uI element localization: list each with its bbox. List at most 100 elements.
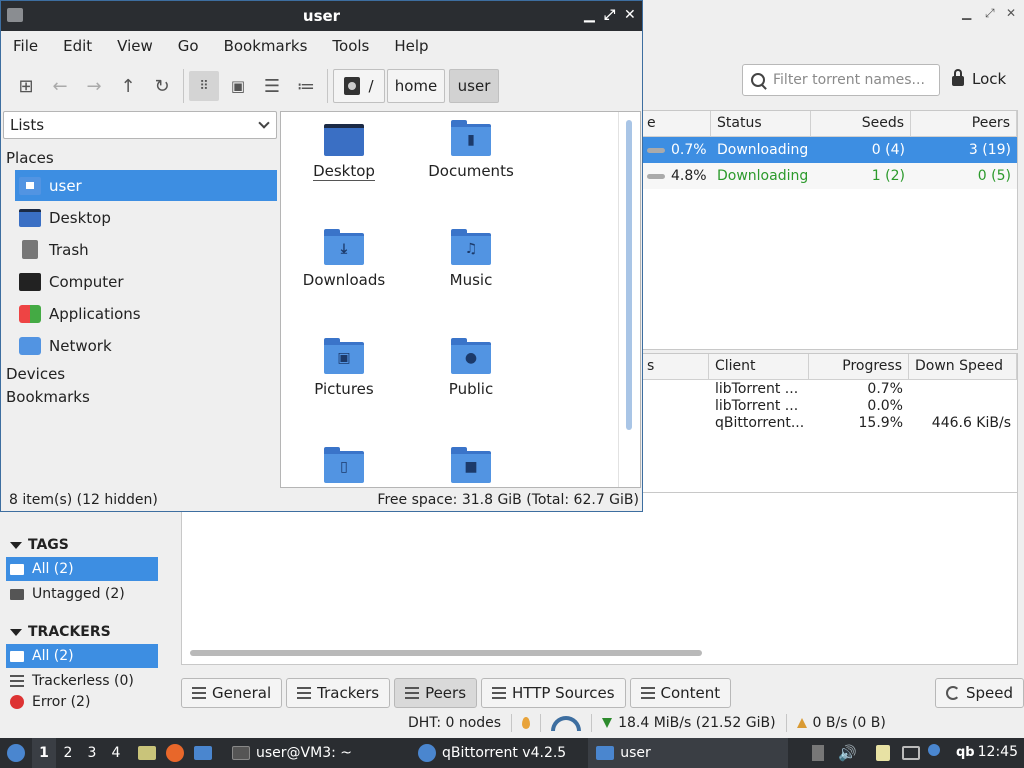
- tag-filter-item[interactable]: All (2): [6, 557, 158, 581]
- file-item-templates[interactable]: ▯: [289, 447, 399, 487]
- workspace-3[interactable]: 3: [80, 745, 104, 761]
- new-tab-icon[interactable]: ⊞: [11, 71, 41, 101]
- detailed-list-view-icon[interactable]: ≔: [291, 71, 321, 101]
- menu-edit[interactable]: Edit: [63, 37, 92, 55]
- horizontal-scrollbar[interactable]: [190, 650, 702, 656]
- torrent-filter-input[interactable]: Filter torrent names...: [742, 64, 940, 96]
- place-trash[interactable]: Trash: [15, 234, 277, 265]
- back-icon[interactable]: ←: [45, 71, 75, 101]
- tags-header[interactable]: TAGS: [10, 537, 69, 553]
- qbittorrent-tray-icon[interactable]: qb: [956, 745, 975, 760]
- trackers-header[interactable]: TRACKERS: [10, 624, 111, 640]
- minimize-icon[interactable]: ▁: [962, 6, 971, 20]
- file-manager-window: user ▁ ⤢ ✕ File Edit View Go Bookmarks T…: [0, 0, 643, 512]
- upload-speed[interactable]: 0 B/s (0 B): [813, 715, 886, 731]
- tab-peers[interactable]: Peers: [394, 678, 478, 708]
- menu-tools[interactable]: Tools: [332, 37, 369, 55]
- place-user[interactable]: user: [15, 170, 277, 201]
- clipboard-icon[interactable]: [812, 745, 824, 761]
- desktop-launcher-icon[interactable]: [194, 746, 212, 760]
- place-computer[interactable]: Computer: [15, 266, 277, 297]
- peer-row[interactable]: libTorrent ... 0.0%: [641, 397, 1017, 414]
- close-icon[interactable]: ✕: [1006, 6, 1016, 20]
- thumbnail-view-icon[interactable]: ▣: [223, 71, 253, 101]
- column-header[interactable]: Peers: [911, 111, 1017, 136]
- connection-status-icon[interactable]: [522, 717, 531, 729]
- lock-button[interactable]: Lock: [952, 69, 1006, 88]
- notes-icon[interactable]: [876, 745, 890, 761]
- column-header[interactable]: Seeds: [811, 111, 911, 136]
- side-panel-mode-select[interactable]: Lists: [3, 111, 277, 139]
- speed-button[interactable]: Speed: [935, 678, 1024, 708]
- notification-icon[interactable]: [928, 744, 940, 756]
- maximize-icon[interactable]: ⤢: [604, 7, 615, 23]
- file-item-videos[interactable]: ■: [416, 447, 526, 487]
- tracker-filter-item[interactable]: All (2): [6, 644, 158, 668]
- torrent-list[interactable]: e Status Seeds Peers 0.7% Downloading 0 …: [640, 110, 1018, 350]
- volume-icon[interactable]: 🔊: [838, 744, 857, 762]
- alt-speed-icon[interactable]: [551, 715, 582, 731]
- task-qbittorrent[interactable]: qBittorrent v4.2.5: [410, 738, 574, 768]
- firefox-launcher-icon[interactable]: [166, 744, 184, 762]
- tracker-filter-item[interactable]: Error (2): [6, 693, 158, 711]
- file-item-desktop[interactable]: Desktop: [289, 120, 399, 181]
- start-menu-icon[interactable]: [0, 744, 32, 762]
- breadcrumb-home[interactable]: home: [387, 69, 445, 103]
- menu-view[interactable]: View: [117, 37, 153, 55]
- bookmarks-header[interactable]: Bookmarks: [6, 388, 90, 406]
- column-header[interactable]: Down Speed: [909, 354, 1017, 379]
- task-file-manager[interactable]: user: [588, 738, 789, 768]
- breadcrumb-root[interactable]: /: [333, 69, 385, 103]
- column-header[interactable]: s: [641, 354, 709, 379]
- tab-content[interactable]: Content: [629, 678, 732, 708]
- torrent-row[interactable]: 4.8% Downloading 1 (2) 0 (5): [641, 163, 1017, 189]
- menu-go[interactable]: Go: [178, 37, 199, 55]
- close-icon[interactable]: ✕: [624, 7, 636, 23]
- file-manager-launcher-icon[interactable]: [138, 746, 156, 760]
- forward-icon[interactable]: →: [79, 71, 109, 101]
- place-network[interactable]: Network: [15, 330, 277, 361]
- menu-help[interactable]: Help: [394, 37, 428, 55]
- up-icon[interactable]: ↑: [113, 71, 143, 101]
- column-header[interactable]: Status: [711, 111, 811, 136]
- tab-http-sources[interactable]: HTTP Sources: [481, 678, 626, 708]
- maximize-icon[interactable]: ⤢: [985, 6, 995, 21]
- menu-file[interactable]: File: [13, 37, 38, 55]
- file-item-public[interactable]: ● Public: [416, 338, 526, 398]
- tag-filter-item[interactable]: Untagged (2): [6, 582, 158, 606]
- place-desktop[interactable]: Desktop: [15, 202, 277, 233]
- icon-view-icon[interactable]: ⠿: [189, 71, 219, 101]
- file-view[interactable]: Desktop ▮ Documents ⤓ Downloads ♫ Music …: [280, 111, 641, 488]
- vertical-scrollbar[interactable]: [626, 120, 632, 430]
- tracker-filter-item[interactable]: Trackerless (0): [6, 669, 158, 693]
- peers-list[interactable]: s Client Progress Down Speed libTorrent …: [640, 353, 1018, 493]
- compact-view-icon[interactable]: ☰: [257, 71, 287, 101]
- task-terminal[interactable]: user@VM3: ~: [224, 738, 360, 768]
- menu-bookmarks[interactable]: Bookmarks: [224, 37, 308, 55]
- network-status-icon[interactable]: [902, 746, 920, 760]
- workspace-4[interactable]: 4: [104, 745, 128, 761]
- place-applications[interactable]: Applications: [15, 298, 277, 329]
- download-speed[interactable]: 18.4 MiB/s (21.52 GiB): [618, 715, 775, 731]
- peer-row[interactable]: libTorrent ... 0.7%: [641, 380, 1017, 397]
- tab-trackers[interactable]: Trackers: [286, 678, 391, 708]
- workspace-2[interactable]: 2: [56, 745, 80, 761]
- workspace-1[interactable]: 1: [32, 738, 56, 768]
- file-item-pictures[interactable]: ▣ Pictures: [289, 338, 399, 398]
- devices-header[interactable]: Devices: [6, 365, 65, 383]
- peer-row[interactable]: qBittorrent... 15.9% 446.6 KiB/s: [641, 414, 1017, 431]
- tab-general[interactable]: General: [181, 678, 283, 708]
- column-header[interactable]: Client: [709, 354, 809, 379]
- title-bar[interactable]: user ▁ ⤢ ✕: [1, 1, 642, 31]
- file-item-documents[interactable]: ▮ Documents: [416, 120, 526, 180]
- file-item-music[interactable]: ♫ Music: [416, 229, 526, 289]
- breadcrumb-user[interactable]: user: [449, 69, 499, 103]
- torrent-row[interactable]: 0.7% Downloading 0 (4) 3 (19): [641, 137, 1017, 163]
- column-header[interactable]: Progress: [809, 354, 909, 379]
- column-header[interactable]: e: [641, 111, 711, 136]
- torrent-filter-placeholder: Filter torrent names...: [773, 72, 925, 88]
- minimize-icon[interactable]: ▁: [584, 7, 595, 23]
- file-item-downloads[interactable]: ⤓ Downloads: [289, 229, 399, 289]
- clock[interactable]: 12:45: [978, 744, 1018, 760]
- reload-icon[interactable]: ↻: [147, 71, 177, 101]
